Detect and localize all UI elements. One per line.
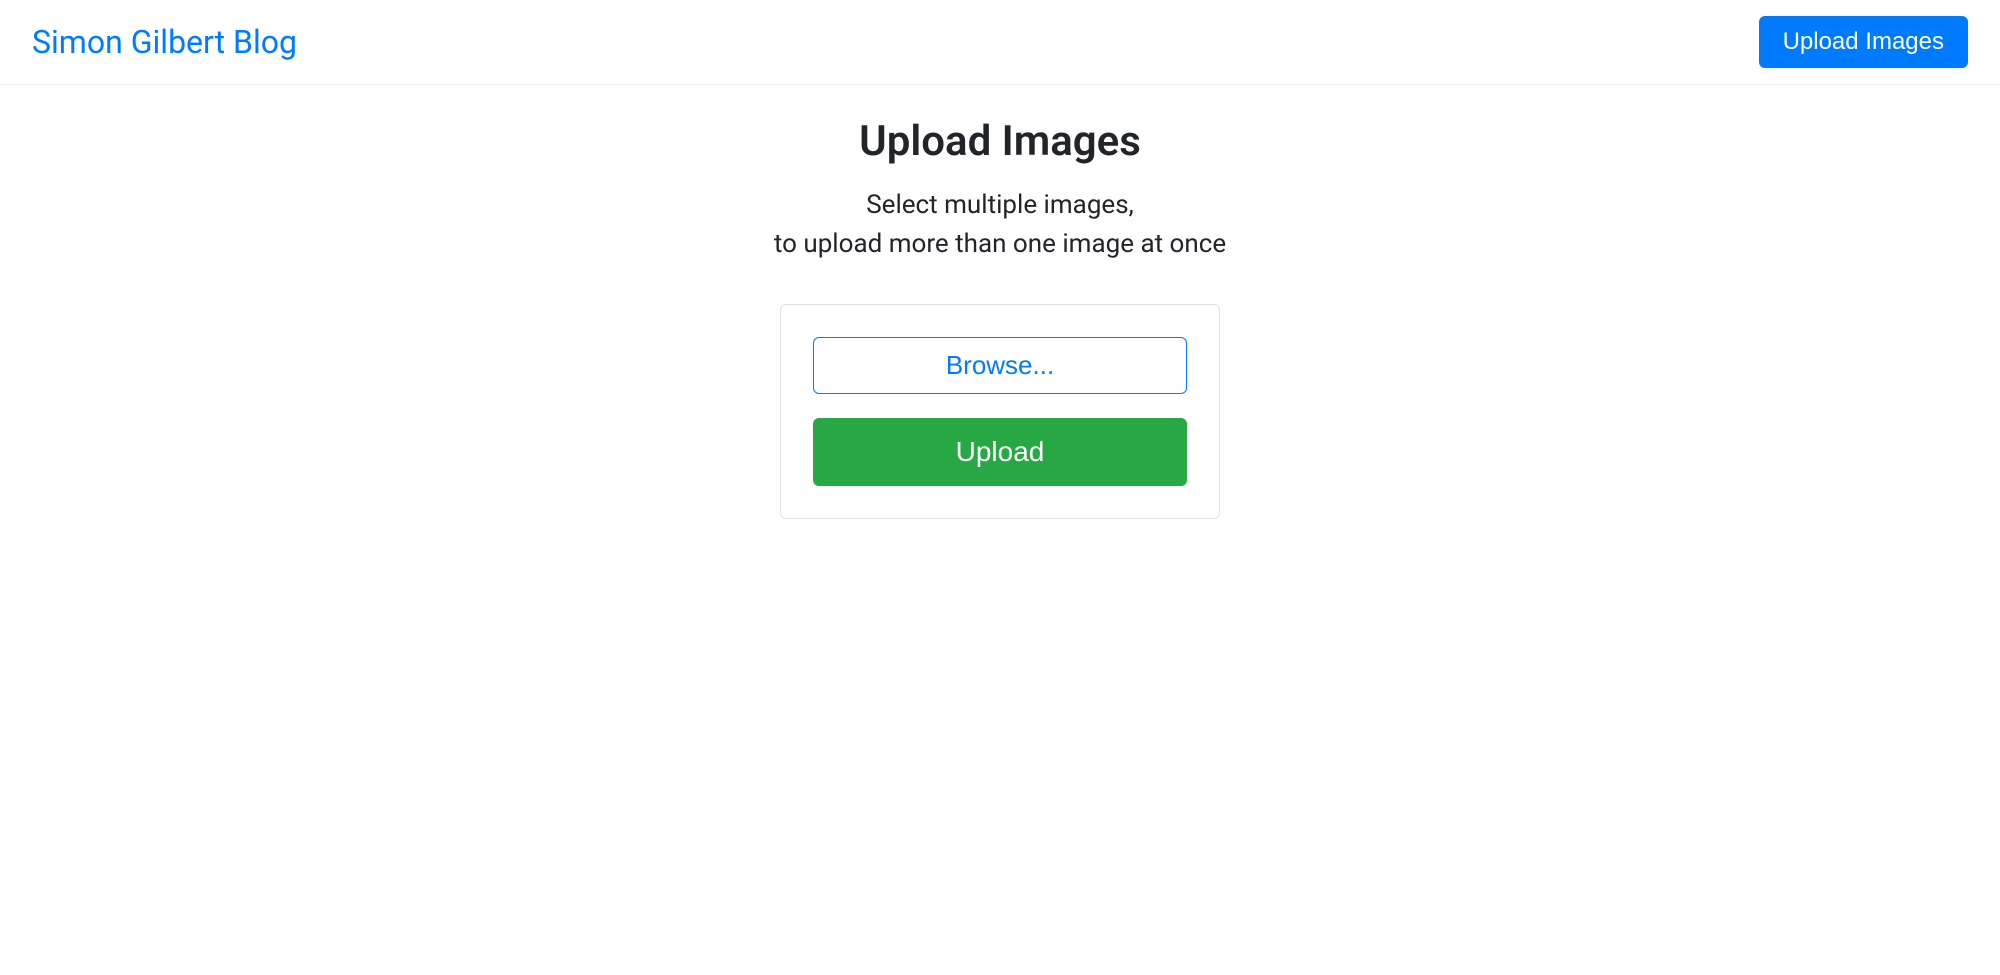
upload-button[interactable]: Upload [813,418,1187,486]
main-content: Upload Images Select multiple images, to… [0,85,2000,519]
subtitle: Select multiple images, to upload more t… [774,186,1226,264]
subtitle-line-2: to upload more than one image at once [774,225,1226,264]
navbar-brand-link[interactable]: Simon Gilbert Blog [32,23,297,61]
browse-button[interactable]: Browse... [813,337,1187,394]
upload-card: Browse... Upload [780,304,1220,519]
page-title: Upload Images [859,117,1141,166]
navbar: Simon Gilbert Blog Upload Images [0,0,2000,85]
subtitle-line-1: Select multiple images, [774,186,1226,225]
upload-images-nav-button[interactable]: Upload Images [1759,16,1968,68]
